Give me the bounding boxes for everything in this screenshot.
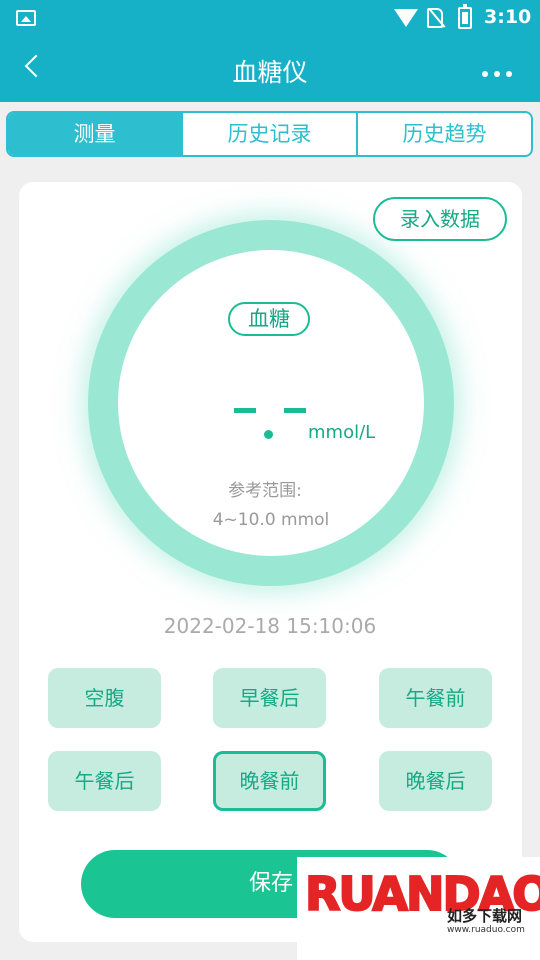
decimal-point — [264, 430, 273, 439]
no-sim-icon — [427, 8, 443, 28]
meal-after-dinner[interactable]: 晚餐后 — [379, 751, 492, 811]
tab-measure[interactable]: 测量 — [8, 113, 181, 155]
wifi-icon — [394, 9, 418, 27]
more-options-icon[interactable] — [482, 62, 522, 77]
tab-history-trend[interactable]: 历史趋势 — [356, 113, 531, 155]
status-bar: 3:10 — [0, 0, 540, 36]
reference-range-value: 4~10.0 mmol — [212, 510, 330, 530]
meal-fasting[interactable]: 空腹 — [48, 668, 161, 728]
image-notification-icon — [16, 10, 36, 26]
tab-history-records[interactable]: 历史记录 — [181, 113, 356, 155]
status-time: 3:10 — [484, 6, 532, 28]
enter-data-button[interactable]: 录入数据 — [373, 197, 507, 241]
glucose-label: 血糖 — [228, 302, 310, 336]
page-title: 血糖仪 — [232, 58, 308, 87]
watermark-site-name: 如多下载网 — [447, 907, 523, 925]
tab-bar: 测量 历史记录 历史趋势 — [6, 111, 533, 157]
glucose-gauge: 血糖 mmol/L 参考范围: 4~10.0 mmol — [118, 250, 424, 556]
app-bar: 血糖仪 — [0, 36, 540, 102]
watermark-logo: RUANDAO 如多下载网 www.ruaduo.com — [297, 857, 540, 960]
glucose-unit: mmol/L — [308, 422, 376, 443]
reference-range-label: 参考范围: — [228, 481, 302, 501]
watermark-url: www.ruaduo.com — [447, 925, 525, 935]
measurement-datetime: 2022-02-18 15:10:06 — [163, 614, 377, 638]
meal-before-dinner[interactable]: 晚餐前 — [213, 751, 326, 811]
meal-before-lunch[interactable]: 午餐前 — [379, 668, 492, 728]
value-placeholder-dash — [234, 408, 256, 413]
battery-icon — [458, 4, 472, 29]
meal-after-lunch[interactable]: 午餐后 — [48, 751, 161, 811]
value-placeholder-dash — [284, 408, 306, 413]
meal-after-breakfast[interactable]: 早餐后 — [213, 668, 326, 728]
